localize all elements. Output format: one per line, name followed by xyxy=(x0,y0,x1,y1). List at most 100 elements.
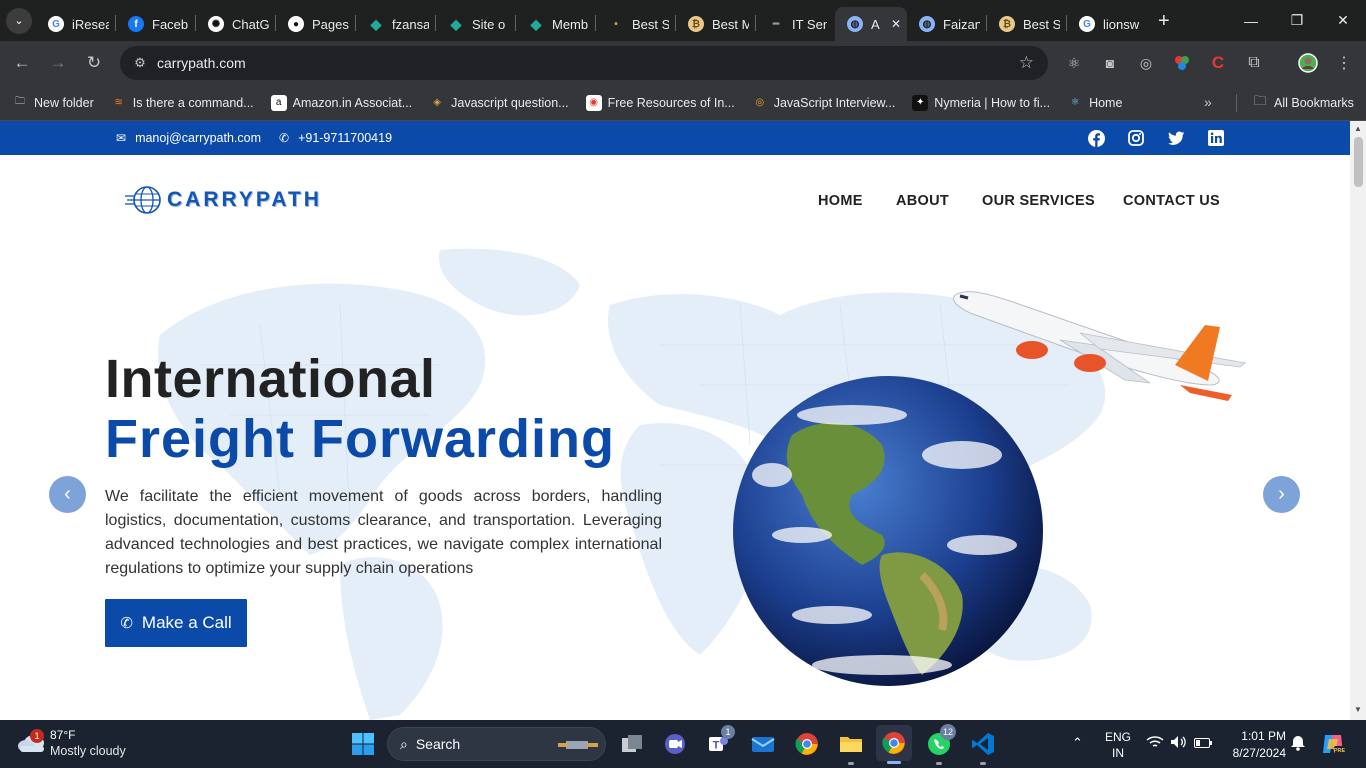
browser-tab[interactable]: ● Pages xyxy=(276,7,355,41)
bookmark-item[interactable]: ⚛ Home xyxy=(1067,95,1123,111)
notification-bell-icon[interactable] xyxy=(1290,735,1306,754)
facebook-icon[interactable] xyxy=(1087,129,1105,147)
contact-phone[interactable]: ✆ +91-9711700419 xyxy=(279,131,392,145)
tab-title: lionsw xyxy=(1103,16,1140,32)
nav-about[interactable]: ABOUT xyxy=(896,193,949,209)
linkedin-icon[interactable] xyxy=(1207,129,1225,147)
chrome-menu-icon[interactable]: ⋮ xyxy=(1332,51,1356,75)
next-slide-button[interactable]: › xyxy=(1263,476,1300,513)
browser-tab-active[interactable]: ◍ A ✕ xyxy=(835,7,907,41)
site-logo[interactable]: CARRYPATH xyxy=(125,185,322,215)
minimize-button[interactable]: — xyxy=(1228,0,1274,41)
bookmarks-overflow-icon[interactable]: » xyxy=(1204,94,1212,110)
browser-tab[interactable]: ━ IT Ser xyxy=(756,7,835,41)
react-devtools-extension-icon[interactable]: ⚛ xyxy=(1062,51,1086,75)
browser-tab[interactable]: ◆ fzansa xyxy=(356,7,435,41)
make-a-call-label: Make a Call xyxy=(141,613,232,632)
bookmark-star-icon[interactable]: ☆ xyxy=(1019,53,1034,73)
browser-tab[interactable]: ₿ Best M xyxy=(676,7,755,41)
nav-our-services[interactable]: OUR SERVICES xyxy=(982,193,1095,209)
scroll-up-icon[interactable]: ▲ xyxy=(1354,124,1362,133)
nav-home[interactable]: HOME xyxy=(818,193,863,209)
bookmarks-divider xyxy=(1236,94,1237,112)
running-indicator xyxy=(936,762,942,765)
tab-title: iResea xyxy=(72,16,109,32)
windows-start-icon[interactable] xyxy=(349,730,377,758)
dash-icon: ━ xyxy=(772,18,780,30)
browser-tab[interactable]: GiResea xyxy=(36,7,115,41)
svg-text:PRE: PRE xyxy=(1334,748,1346,754)
close-window-button[interactable]: ✕ xyxy=(1320,0,1366,41)
chrome-icon[interactable] xyxy=(793,730,821,758)
c-extension-icon[interactable]: C xyxy=(1206,51,1230,75)
browser-tab[interactable]: ◍ Faizan xyxy=(907,7,986,41)
profile-avatar[interactable] xyxy=(1296,51,1320,75)
page-scrollbar[interactable]: ▲ ▼ xyxy=(1350,121,1366,720)
stackoverflow-icon: ≋ xyxy=(114,97,123,108)
js-icon: ◎ xyxy=(755,97,765,108)
bird-icon: ✦ xyxy=(912,94,929,111)
clock[interactable]: 1:01 PM 8/27/2024 xyxy=(1224,729,1286,760)
back-button[interactable]: ← xyxy=(6,47,38,79)
extensions-puzzle-icon[interactable]: ⧉ xyxy=(1242,51,1266,75)
show-hidden-icons-icon[interactable]: ⌃ xyxy=(1072,735,1083,751)
new-tab-button[interactable]: + xyxy=(1158,10,1170,33)
weather-widget[interactable]: 1 87°F Mostly cloudy xyxy=(16,728,126,758)
browser-tab[interactable]: • Best S xyxy=(596,7,675,41)
bookmark-item[interactable]: ◉ Free Resources of In... xyxy=(585,94,735,111)
make-a-call-button[interactable]: ✆ Make a Call xyxy=(105,599,247,647)
url-text[interactable]: carrypath.com xyxy=(157,55,1019,71)
forward-button[interactable]: → xyxy=(42,47,74,79)
scroll-down-icon[interactable]: ▼ xyxy=(1354,705,1362,714)
scrollbar-thumb[interactable] xyxy=(1354,137,1363,187)
tab-search-button[interactable]: ⌄ xyxy=(6,7,32,34)
task-view-icon[interactable] xyxy=(618,730,646,758)
file-explorer-icon[interactable] xyxy=(837,730,865,765)
twitter-icon[interactable] xyxy=(1167,129,1185,147)
browser-tab[interactable]: ◆ Site o xyxy=(436,7,515,41)
bookmark-item[interactable]: 🗀 New folder xyxy=(12,95,94,111)
hero-description: We facilitate the efficient movement of … xyxy=(105,488,662,577)
instagram-icon[interactable] xyxy=(1127,129,1145,147)
address-bar[interactable]: ⚙ carrypath.com ☆ xyxy=(120,46,1048,80)
camera-extension-icon[interactable]: ◙ xyxy=(1098,51,1122,75)
color-extension-icon[interactable] xyxy=(1170,51,1194,75)
language-indicator[interactable]: ENG IN xyxy=(1104,730,1132,760)
site-info-icon[interactable]: ⚙ xyxy=(126,55,154,71)
globe-icon: ◍ xyxy=(919,16,935,32)
coin-icon: ₿ xyxy=(999,16,1015,32)
tab-title: Pages xyxy=(312,16,349,32)
bookmark-item[interactable]: ✦ Nymeria | How to fi... xyxy=(912,94,1050,111)
browser-tab[interactable]: ₿ Best S xyxy=(987,7,1066,41)
browser-tab[interactable]: ◆ Memb xyxy=(516,7,595,41)
copilot-icon[interactable]: PRE xyxy=(1320,731,1346,760)
nav-contact-us[interactable]: CONTACT US xyxy=(1123,193,1220,209)
bookmark-item[interactable]: ≋ Is there a command... xyxy=(111,95,254,111)
battery-icon[interactable] xyxy=(1194,737,1212,751)
browser-tab[interactable]: ✺ ChatG xyxy=(196,7,275,41)
chrome-active-icon[interactable] xyxy=(876,725,912,764)
bookmark-item[interactable]: ◈ Javascript question... xyxy=(429,95,568,111)
target-extension-icon[interactable]: ◎ xyxy=(1134,51,1158,75)
browser-tab[interactable]: Glionsw xyxy=(1067,7,1146,41)
browser-toolbar: ← → ↻ ⚙ carrypath.com ☆ ⚛ ◙ ◎ C ⧉ ⋮ xyxy=(0,41,1366,85)
previous-slide-button[interactable]: ‹ xyxy=(49,476,86,513)
taskbar-search-box[interactable]: ⌕ Search xyxy=(387,727,606,761)
bookmark-item[interactable]: a Amazon.in Associat... xyxy=(270,94,412,111)
close-tab-icon[interactable]: ✕ xyxy=(891,17,901,31)
volume-icon[interactable] xyxy=(1170,735,1188,752)
browser-tab[interactable]: f Faceb xyxy=(116,7,195,41)
reload-button[interactable]: ↻ xyxy=(78,47,110,79)
teams-meet-icon[interactable] xyxy=(661,730,689,758)
mail-icon[interactable] xyxy=(749,730,777,758)
teams-icon[interactable]: T 1 xyxy=(704,725,735,758)
all-bookmarks-button[interactable]: 🗀 All Bookmarks xyxy=(1252,93,1353,111)
vscode-icon[interactable] xyxy=(969,730,997,765)
language-line2: IN xyxy=(1112,746,1124,760)
wifi-icon[interactable] xyxy=(1146,735,1164,752)
bookmark-item[interactable]: ◎ JavaScript Interview... xyxy=(752,95,895,111)
restore-button[interactable]: ❐ xyxy=(1274,0,1320,41)
whatsapp-icon[interactable]: 12 xyxy=(925,724,956,765)
contact-email[interactable]: ✉ manoj@carrypath.com xyxy=(116,131,261,145)
tabs-list: GiResea f Faceb ✺ ChatG ● Pages ◆ fzansa ◆ Site o ◆… xyxy=(36,0,1146,41)
